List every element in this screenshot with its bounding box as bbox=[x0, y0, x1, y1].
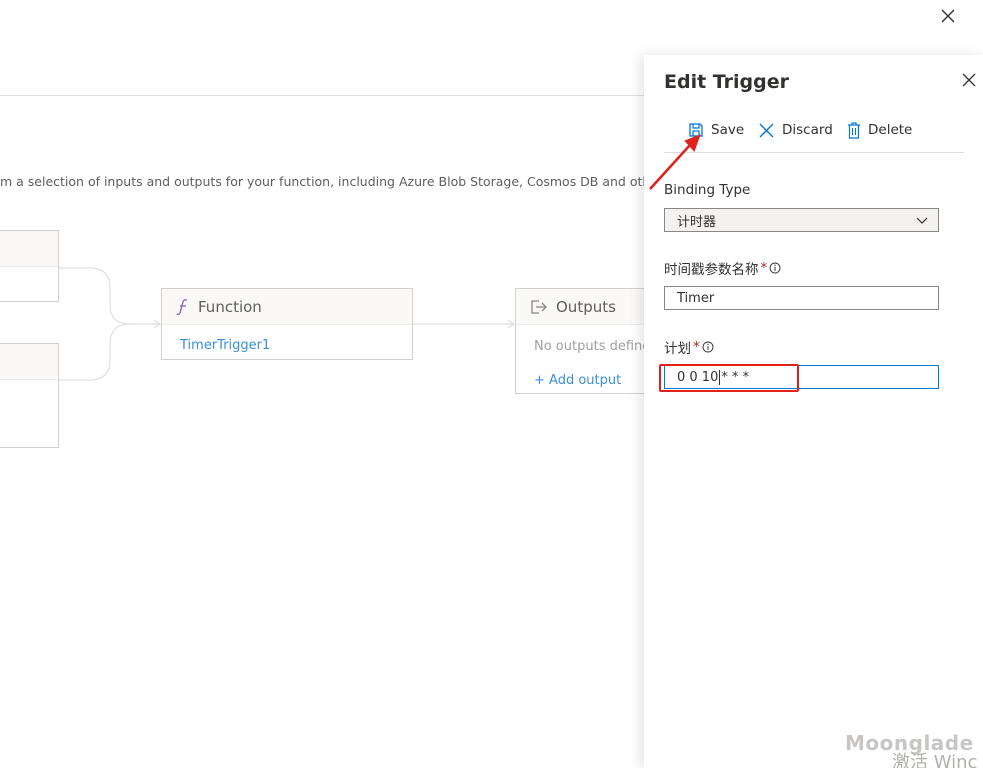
save-label: Save bbox=[711, 122, 745, 138]
command-bar: Save Discard Delete bbox=[664, 115, 964, 153]
timestamp-param-input[interactable]: Timer bbox=[664, 286, 939, 310]
panel-title: Edit Trigger bbox=[664, 71, 790, 93]
no-outputs-text: No outputs define bbox=[534, 339, 644, 354]
function-card-title: Function bbox=[198, 297, 262, 316]
save-button[interactable]: Save bbox=[688, 119, 744, 141]
discard-icon bbox=[759, 123, 774, 137]
activation-notice: 激活 Winc bbox=[892, 752, 978, 768]
chevron-down-icon bbox=[916, 217, 928, 224]
binding-type-select[interactable]: 计时器 bbox=[664, 208, 939, 232]
timestamp-param-label: 时间戳参数名称 * bbox=[664, 258, 781, 278]
integration-designer: m a selection of inputs and outputs for … bbox=[0, 0, 644, 768]
add-output-link[interactable]: + Add output bbox=[534, 373, 621, 388]
schedule-label: 计划 * bbox=[664, 337, 714, 357]
close-icon[interactable] bbox=[960, 71, 978, 89]
delete-label: Delete bbox=[868, 122, 913, 138]
inputs-card-partial bbox=[0, 343, 59, 448]
discard-button[interactable]: Discard bbox=[758, 119, 833, 141]
discard-label: Discard bbox=[782, 122, 833, 138]
delete-icon bbox=[848, 121, 860, 139]
required-marker: * bbox=[693, 339, 700, 355]
binding-type-value: 计时器 bbox=[677, 214, 717, 230]
delete-button[interactable]: Delete bbox=[847, 119, 912, 141]
trigger-link[interactable]: TimerTrigger1 bbox=[180, 338, 270, 353]
close-icon[interactable] bbox=[938, 6, 958, 26]
function-card: Function TimerTrigger1 bbox=[161, 288, 413, 360]
required-marker: * bbox=[760, 260, 768, 276]
info-icon[interactable] bbox=[769, 262, 781, 274]
function-icon bbox=[176, 298, 188, 315]
info-icon[interactable] bbox=[702, 341, 714, 353]
binding-type-label: Binding Type bbox=[664, 182, 751, 198]
outputs-card-title: Outputs bbox=[556, 297, 616, 316]
outputs-icon bbox=[531, 299, 547, 314]
outputs-card: Outputs No outputs define + Add output bbox=[515, 288, 644, 394]
trigger-card-partial bbox=[0, 230, 59, 302]
highlight-box bbox=[659, 364, 799, 392]
save-icon bbox=[689, 123, 703, 137]
edit-trigger-panel: Edit Trigger Save Discard Delete Binding… bbox=[644, 55, 983, 768]
timestamp-param-value: Timer bbox=[677, 290, 715, 306]
